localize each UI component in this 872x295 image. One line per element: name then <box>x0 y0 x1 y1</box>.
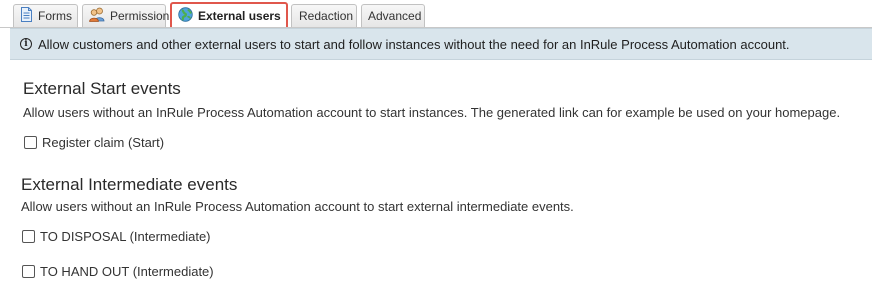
globe-icon <box>178 6 193 25</box>
tab-permission[interactable]: Permission <box>82 4 170 27</box>
register-claim-label[interactable]: Register claim (Start) <box>42 135 164 150</box>
tab-redaction-label: Redaction <box>299 9 354 23</box>
intermediate-events-heading: External Intermediate events <box>21 175 238 194</box>
tab-redaction[interactable]: Redaction <box>291 4 357 27</box>
tab-forms-label: Forms <box>38 9 72 23</box>
start-event-row[interactable]: Register claim (Start) <box>24 135 164 150</box>
intermediate-events-description: Allow users without an InRule Process Au… <box>21 199 574 214</box>
start-events-description: Allow users without an InRule Process Au… <box>23 105 841 120</box>
document-icon <box>20 7 33 25</box>
to-hand-out-label[interactable]: TO HAND OUT (Intermediate) <box>40 264 214 279</box>
users-icon <box>89 7 105 25</box>
tab-bar: Forms Permission External users Redactio… <box>0 0 872 29</box>
info-banner: i Allow customers and other external use… <box>10 28 872 60</box>
intermediate-event-row[interactable]: TO HAND OUT (Intermediate) <box>22 264 214 279</box>
tab-external-users-label: External users <box>198 8 281 23</box>
tab-advanced[interactable]: Advanced <box>361 4 425 27</box>
tab-forms[interactable]: Forms <box>13 4 78 27</box>
tab-advanced-label: Advanced <box>368 9 422 23</box>
register-claim-checkbox[interactable] <box>24 136 37 149</box>
to-disposal-checkbox[interactable] <box>22 230 35 243</box>
tab-external-users[interactable]: External users <box>170 2 288 29</box>
info-banner-text: Allow customers and other external users… <box>38 36 790 52</box>
intermediate-event-row[interactable]: TO DISPOSAL (Intermediate) <box>22 229 211 244</box>
to-hand-out-checkbox[interactable] <box>22 265 35 278</box>
info-icon: i <box>20 38 32 50</box>
to-disposal-label[interactable]: TO DISPOSAL (Intermediate) <box>40 229 211 244</box>
tab-permission-label: Permission <box>110 9 170 23</box>
start-events-heading: External Start events <box>23 79 181 98</box>
